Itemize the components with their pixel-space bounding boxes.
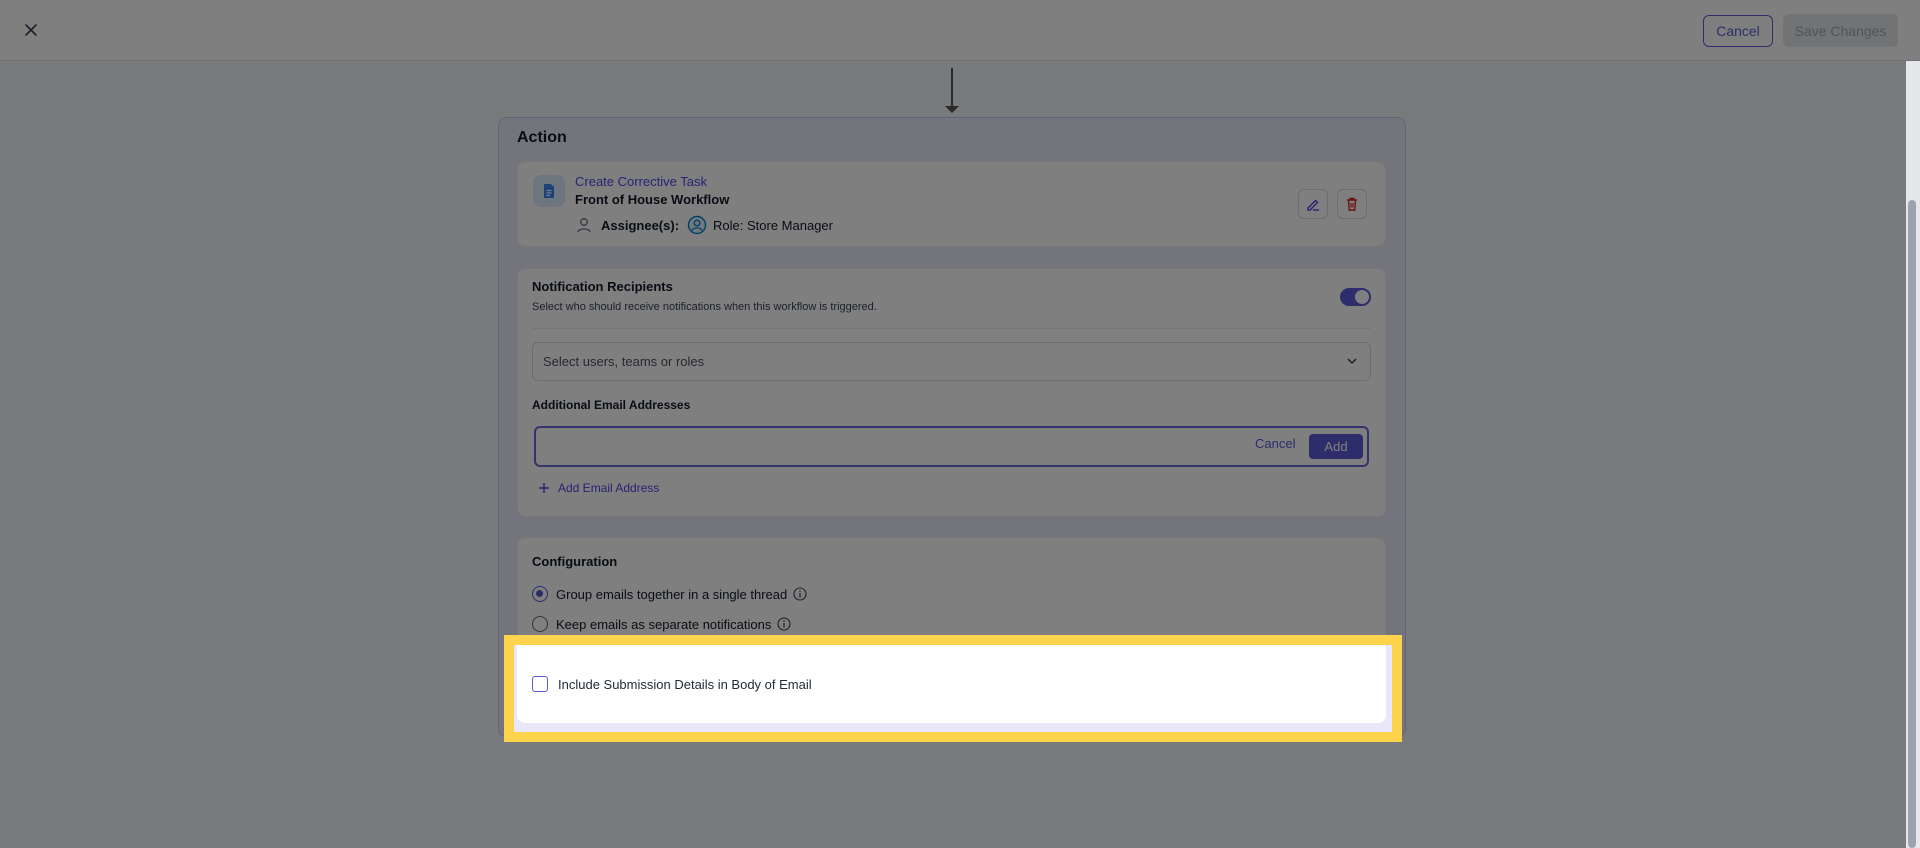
close-icon [25, 24, 37, 36]
edit-button[interactable] [1298, 189, 1328, 219]
include-details-option[interactable]: Include Submission Details in Body of Em… [532, 674, 812, 694]
add-email-address-link[interactable]: Add Email Address [538, 481, 659, 495]
radio-separate-emails[interactable]: Keep emails as separate notifications [532, 614, 791, 634]
task-workflow-name: Front of House Workflow [575, 192, 730, 207]
action-title: Action [517, 129, 567, 146]
pencil-icon [1307, 199, 1319, 211]
configuration-title: Configuration [532, 554, 618, 569]
assignee-label: Assignee(s): [601, 217, 680, 233]
radio-button[interactable] [532, 586, 548, 602]
radio-button[interactable] [532, 616, 548, 632]
save-changes-button[interactable]: Save Changes [1783, 14, 1898, 47]
user-circle-icon [687, 215, 707, 235]
delete-button[interactable] [1337, 189, 1367, 219]
chevron-down-icon [1347, 358, 1357, 365]
additional-emails-label: Additional Email Addresses [532, 398, 691, 412]
document-badge [533, 175, 565, 207]
info-icon[interactable] [793, 587, 807, 601]
plus-icon [539, 483, 549, 493]
assignee-role: Role: Store Manager [713, 217, 833, 233]
flow-connector [951, 68, 953, 108]
create-corrective-task-link[interactable]: Create Corrective Task [575, 174, 707, 189]
recipients-select[interactable]: Select users, teams or roles [532, 342, 1371, 381]
flow-connector-arrow-icon [945, 106, 959, 113]
info-icon[interactable] [777, 617, 791, 631]
radio-label: Group emails together in a single thread [556, 586, 788, 602]
scrollbar-thumb[interactable] [1908, 200, 1916, 848]
user-icon [577, 218, 591, 233]
notification-toggle[interactable] [1340, 288, 1371, 306]
add-email-address-label: Add Email Address [558, 481, 660, 495]
radio-label: Keep emails as separate notifications [556, 616, 772, 632]
top-bar: Cancel Save Changes [0, 0, 1920, 61]
assignee-row: Assignee(s): Role: Store Manager [575, 214, 833, 236]
cancel-button[interactable]: Cancel [1703, 15, 1773, 47]
notification-subtitle: Select who should receive notifications … [532, 301, 877, 313]
include-details-label: Include Submission Details in Body of Em… [558, 676, 812, 692]
recipients-select-placeholder: Select users, teams or roles [543, 354, 705, 369]
radio-group-emails[interactable]: Group emails together in a single thread [532, 584, 807, 604]
email-cancel-button[interactable]: Cancel [1255, 436, 1295, 451]
email-input[interactable] [544, 436, 1238, 460]
divider [532, 328, 1371, 329]
close-button[interactable] [18, 17, 44, 43]
email-add-button[interactable]: Add [1309, 434, 1363, 459]
email-input-wrapper [534, 426, 1369, 467]
notification-title: Notification Recipients [532, 279, 673, 294]
document-icon [544, 184, 554, 198]
trash-icon [1347, 197, 1357, 211]
include-details-checkbox[interactable] [532, 676, 548, 692]
